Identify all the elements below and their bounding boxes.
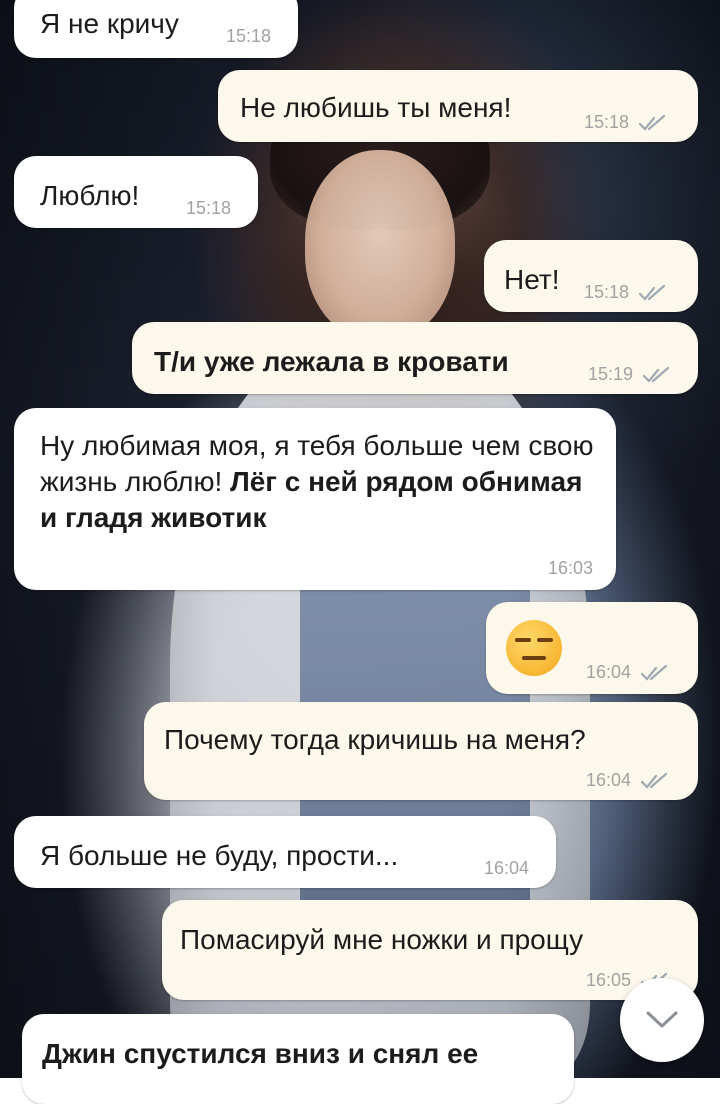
message-incoming[interactable]: Я не кричу 15:18 — [14, 0, 298, 58]
message-time: 15:19 — [588, 364, 634, 384]
message-incoming[interactable]: Люблю! 15:18 — [14, 156, 258, 228]
message-text: Я больше не буду, прости... — [40, 840, 399, 871]
chevron-down-icon — [646, 1011, 678, 1028]
double-check-icon — [642, 367, 670, 383]
message-time: 15:18 — [186, 198, 232, 218]
message-meta: 15:18 — [584, 282, 668, 303]
message-time: 16:04 — [586, 770, 632, 790]
emoji-mouth — [522, 656, 546, 660]
message-text: Я не кричу — [40, 8, 179, 39]
message-text: Т/и уже лежала в кровати — [154, 346, 509, 377]
double-check-icon — [640, 773, 668, 789]
message-meta: 16:04 — [586, 770, 670, 791]
message-text: Джин спустился вниз и снял ее — [42, 1038, 479, 1069]
message-time: 16:05 — [586, 970, 632, 990]
message-incoming[interactable]: Ну любимая моя, я тебя больше чем свою ж… — [14, 408, 616, 590]
scroll-to-bottom-button[interactable] — [620, 978, 704, 1062]
message-outgoing[interactable]: Помасируй мне ножки и прощу 16:05 — [162, 900, 698, 1000]
message-time: 16:03 — [548, 558, 594, 578]
message-time: 16:04 — [586, 662, 632, 682]
message-meta: 16:04 — [586, 662, 670, 683]
message-body: Ну любимая моя, я тебя больше чем свою ж… — [40, 428, 600, 536]
message-outgoing[interactable]: Почему тогда кричишь на меня? 16:04 — [144, 702, 698, 800]
expressionless-face-emoji — [506, 620, 562, 676]
double-check-icon — [640, 665, 668, 681]
emoji-eye — [515, 638, 531, 642]
message-meta: 15:19 — [588, 364, 672, 385]
double-check-icon — [638, 115, 666, 131]
message-text: Почему тогда кричишь на меня? — [164, 724, 586, 755]
message-time: 15:18 — [584, 282, 630, 302]
message-text: Не любишь ты меня! — [240, 92, 512, 123]
message-outgoing[interactable]: Т/и уже лежала в кровати 15:19 — [132, 322, 698, 394]
message-incoming[interactable]: Я больше не буду, прости... 16:04 — [14, 816, 556, 888]
message-outgoing[interactable]: Не любишь ты меня! 15:18 — [218, 70, 698, 142]
message-list[interactable]: Я не кричу 15:18 Не любишь ты меня! 15:1… — [0, 0, 720, 1104]
double-check-icon — [638, 285, 666, 301]
message-text: Люблю! — [40, 180, 140, 211]
message-text: Нет! — [504, 264, 560, 295]
message-time: 16:04 — [484, 858, 530, 878]
message-incoming[interactable]: Джин спустился вниз и снял ее — [22, 1014, 574, 1104]
message-outgoing[interactable]: 16:04 — [486, 602, 698, 694]
message-meta: 15:18 — [584, 112, 668, 133]
message-time: 15:18 — [226, 26, 272, 46]
emoji-eye — [537, 638, 553, 642]
message-time: 15:18 — [584, 112, 630, 132]
message-text: Помасируй мне ножки и прощу — [180, 924, 584, 955]
message-outgoing[interactable]: Нет! 15:18 — [484, 240, 698, 312]
